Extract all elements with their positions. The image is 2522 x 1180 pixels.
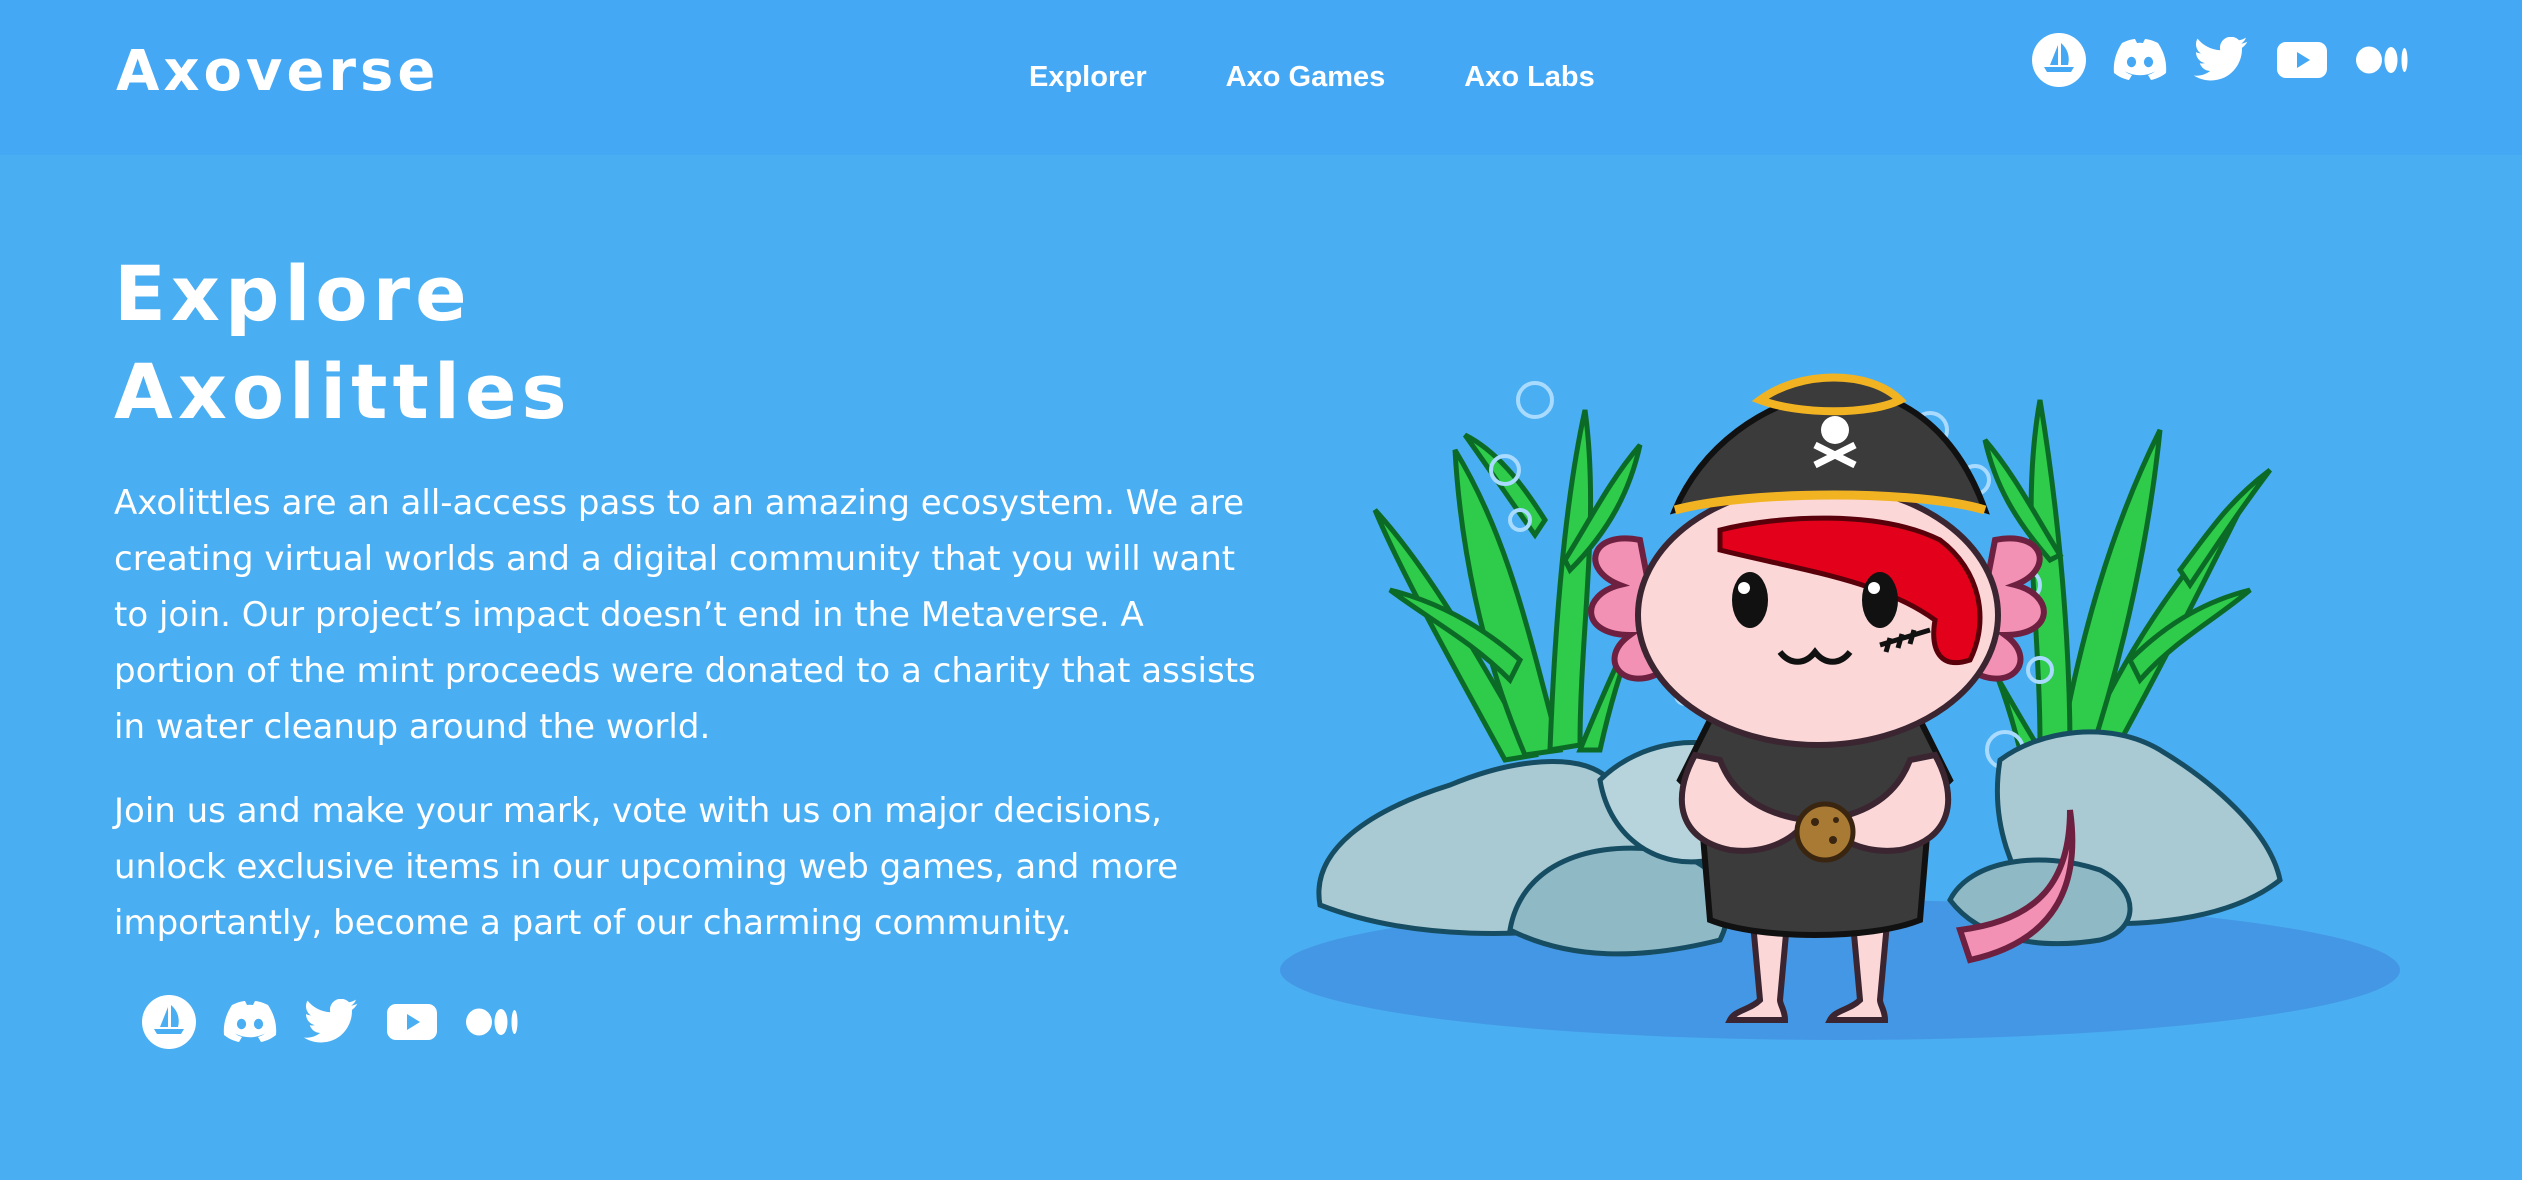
header-social-links [2030, 31, 2412, 89]
opensea-icon[interactable] [140, 993, 198, 1051]
hero-description: Axolittles are an all-access pass to an … [114, 475, 1264, 979]
nav-link-axo-labs[interactable]: Axo Labs [1464, 52, 1595, 102]
nav-link-axo-games[interactable]: Axo Games [1226, 52, 1386, 102]
hero-title-line-1: Explore [114, 249, 472, 338]
medium-icon[interactable] [2354, 31, 2412, 89]
hero-social-links [140, 993, 522, 1051]
twitter-icon[interactable] [302, 993, 360, 1051]
medium-icon[interactable] [464, 993, 522, 1051]
nav-link-explorer[interactable]: Explorer [1029, 52, 1147, 102]
hero-title-line-2: Axolittles [114, 347, 572, 436]
hero-paragraph-1: Axolittles are an all-access pass to an … [114, 483, 1256, 747]
site-logo[interactable]: Axoverse [116, 32, 439, 112]
hero-title: Explore Axolittles [114, 245, 572, 441]
hero-paragraph-2: Join us and make your mark, vote with us… [114, 791, 1179, 943]
youtube-icon[interactable] [2273, 31, 2331, 89]
youtube-icon[interactable] [383, 993, 441, 1051]
cookie-icon [1794, 801, 1856, 863]
main-nav: Explorer Axo Games Axo Labs [1029, 52, 1595, 102]
axolotl-pirate-illustration [1280, 240, 2420, 1060]
discord-icon[interactable] [2111, 31, 2169, 89]
discord-icon[interactable] [221, 993, 279, 1051]
twitter-icon[interactable] [2192, 31, 2250, 89]
opensea-icon[interactable] [2030, 31, 2088, 89]
site-header: Axoverse Explorer Axo Games Axo Labs [0, 0, 2522, 155]
pirate-hat-icon [1669, 373, 1990, 515]
